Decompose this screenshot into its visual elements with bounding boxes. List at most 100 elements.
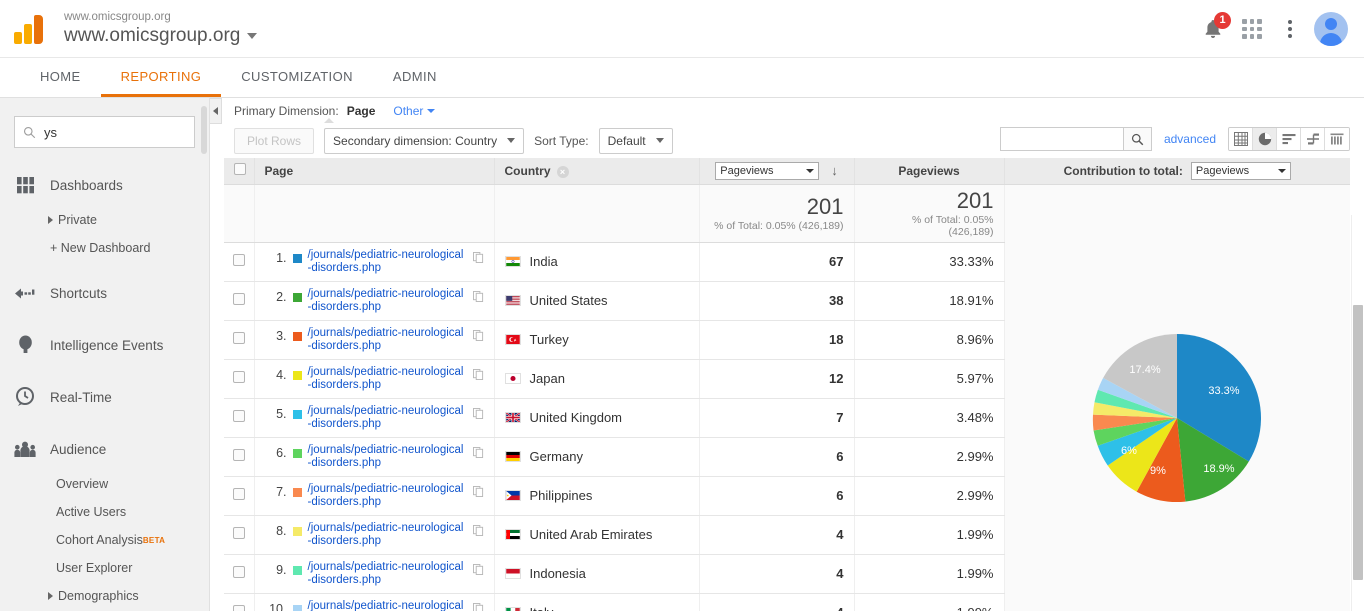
row-checkbox-cell[interactable] (224, 398, 255, 438)
open-page-icon[interactable] (472, 407, 484, 419)
sort-descending-icon[interactable]: ↓ (831, 163, 838, 178)
contribution-pie-chart[interactable]: 33.3% 18.9% 9% 6% 17.4% (1065, 306, 1289, 530)
row-page-link[interactable]: /journals/pediatric-neurological-disorde… (308, 249, 467, 275)
tab-home[interactable]: HOME (20, 58, 101, 97)
tab-customization[interactable]: CUSTOMIZATION (221, 58, 373, 97)
open-page-icon[interactable] (472, 563, 484, 575)
notifications-button[interactable]: 1 (1202, 12, 1231, 41)
row-page-link[interactable]: /journals/pediatric-neurological-disorde… (308, 405, 467, 431)
chevron-down-icon[interactable] (247, 32, 258, 39)
row-page-link[interactable]: /journals/pediatric-neurological-disorde… (308, 444, 467, 470)
metric-select-dropdown[interactable]: Pageviews (715, 161, 820, 180)
sidebar-item-private[interactable]: Private (0, 206, 209, 234)
sidebar-item-label-shortcuts: Shortcuts (50, 285, 108, 301)
row-page-link[interactable]: /journals/pediatric-neurological-disorde… (308, 366, 467, 392)
row-checkbox[interactable] (232, 371, 245, 383)
sidebar-item-active-users[interactable]: Active Users (0, 498, 209, 526)
contribution-metric-dropdown[interactable]: Pageviews (1190, 161, 1291, 180)
header-pageviews[interactable]: Pageviews (854, 158, 1005, 185)
tab-admin[interactable]: ADMIN (373, 58, 457, 97)
row-page-cell: 2. /journals/pediatric-neurological-diso… (254, 281, 495, 321)
scrollbar-thumb[interactable] (1353, 305, 1363, 580)
row-checkbox[interactable] (232, 332, 245, 344)
sidebar-item-real-time[interactable]: Real-Time (0, 376, 209, 418)
header-page[interactable]: Page (254, 158, 495, 185)
flag-germany-icon (504, 451, 521, 462)
sidebar-item-cohort-analysis[interactable]: Cohort Analysis BETA (0, 526, 209, 554)
other-dimension-dropdown[interactable]: Other (393, 104, 436, 118)
row-checkbox-cell[interactable] (224, 515, 255, 555)
sidebar-item-dashboards[interactable]: Dashboards (0, 164, 209, 206)
row-page-link[interactable]: /journals/pediatric-neurological-disorde… (308, 522, 467, 548)
row-page-link[interactable]: /journals/pediatric-neurological-disorde… (308, 288, 467, 314)
sidebar-search-input[interactable] (42, 123, 186, 141)
row-page-link[interactable]: /journals/pediatric-neurological-disorde… (308, 600, 467, 611)
select-all-header[interactable] (224, 158, 255, 185)
row-page-link[interactable]: /journals/pediatric-neurological-disorde… (308, 561, 467, 587)
remove-dimension-icon[interactable]: × (556, 166, 569, 178)
secondary-dimension-dropdown[interactable]: Secondary dimension: Country (324, 127, 525, 154)
row-checkbox-cell[interactable] (224, 281, 255, 321)
open-page-icon[interactable] (472, 602, 484, 611)
row-country-label: United Kingdom (529, 410, 623, 425)
sidebar-item-shortcuts[interactable]: Shortcuts (0, 272, 209, 314)
row-checkbox-cell[interactable] (224, 242, 255, 282)
account-selector[interactable]: www.omicsgroup.org www.omicsgroup.org (64, 10, 258, 48)
row-checkbox-cell[interactable] (224, 593, 255, 611)
open-page-icon[interactable] (472, 251, 484, 263)
collapse-panel-icon[interactable] (210, 98, 222, 124)
main-nav-tabs: HOME REPORTING CUSTOMIZATION ADMIN (0, 58, 1364, 98)
sidebar-item-intelligence-events[interactable]: Intelligence Events (0, 324, 209, 366)
open-page-icon[interactable] (472, 524, 484, 536)
row-checkbox[interactable] (232, 254, 245, 266)
row-checkbox[interactable] (232, 605, 245, 611)
open-page-icon[interactable] (472, 485, 484, 497)
open-page-icon[interactable] (472, 329, 484, 341)
row-checkbox[interactable] (232, 410, 245, 422)
open-page-icon[interactable] (472, 368, 484, 380)
performance-bar-view-icon[interactable] (1277, 128, 1301, 150)
report-search-input[interactable] (1000, 128, 1123, 150)
row-checkbox-cell[interactable] (224, 320, 255, 360)
user-avatar[interactable] (1314, 12, 1348, 46)
primary-dimension-value[interactable]: Page (347, 104, 376, 118)
row-checkbox[interactable] (232, 449, 245, 461)
row-page-link[interactable]: /journals/pediatric-neurological-disorde… (308, 483, 467, 509)
account-name-row[interactable]: www.omicsgroup.org (64, 24, 258, 48)
sort-type-dropdown[interactable]: Default (598, 127, 673, 154)
header-country[interactable]: Country × (494, 158, 700, 185)
table-view-icon[interactable] (1229, 128, 1253, 150)
sidebar-scrollbar-thumb[interactable] (201, 106, 207, 154)
report-search[interactable] (999, 127, 1152, 151)
row-checkbox[interactable] (232, 488, 245, 500)
row-checkbox-cell[interactable] (224, 476, 255, 516)
sidebar-item-demographics[interactable]: Demographics (0, 582, 209, 610)
row-pageviews: 12 (699, 359, 855, 399)
kebab-menu-icon[interactable] (1280, 20, 1296, 38)
sidebar-item-overview[interactable]: Overview (0, 470, 209, 498)
tab-reporting[interactable]: REPORTING (100, 58, 222, 97)
apps-grid-icon[interactable] (1242, 19, 1262, 39)
row-checkbox[interactable] (232, 566, 245, 578)
row-checkbox[interactable] (232, 527, 245, 539)
chevron-right-icon (48, 216, 53, 224)
advanced-filter-link[interactable]: advanced (1164, 132, 1216, 146)
row-checkbox[interactable] (232, 293, 245, 305)
sidebar-item-user-explorer[interactable]: User Explorer (0, 554, 209, 582)
open-page-icon[interactable] (472, 446, 484, 458)
sidebar-search[interactable] (14, 116, 195, 148)
row-checkbox-cell[interactable] (224, 437, 255, 477)
open-page-icon[interactable] (472, 290, 484, 302)
row-checkbox-cell[interactable] (224, 359, 255, 399)
row-page-link[interactable]: /journals/pediatric-neurological-disorde… (308, 327, 467, 353)
pivot-view-icon[interactable] (1325, 128, 1349, 150)
select-all-checkbox[interactable] (234, 163, 246, 176)
pie-chart-view-icon[interactable] (1253, 128, 1277, 150)
report-search-button[interactable] (1122, 128, 1151, 150)
sidebar-item-audience[interactable]: Audience (0, 428, 209, 470)
page-vertical-scrollbar[interactable] (1351, 215, 1364, 611)
comparison-view-icon[interactable] (1301, 128, 1325, 150)
plot-rows-button[interactable]: Plot Rows (234, 127, 315, 154)
sidebar-item-new-dashboard[interactable]: + New Dashboard (0, 234, 209, 262)
row-checkbox-cell[interactable] (224, 554, 255, 594)
